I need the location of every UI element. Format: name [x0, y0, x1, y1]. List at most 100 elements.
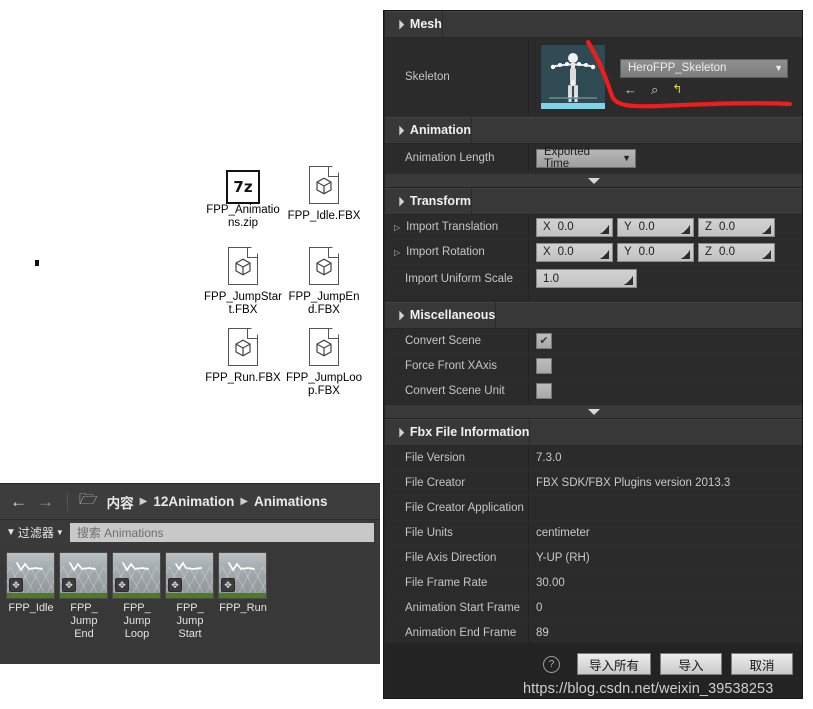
breadcrumb-item-animations[interactable]: Animations [254, 494, 328, 509]
fbx-file-icon [307, 246, 341, 289]
filter-bar: ▼ 过滤器 ▼ 搜索 Animations [0, 520, 380, 544]
category-header-fbx-file-information[interactable]: ◥ Fbx File Information [385, 419, 802, 446]
animation-badge-icon: ✥ [168, 578, 182, 592]
row-skeleton: Skeleton HeroFPP_Skeleton ▼ ← ⌕ ↰ [385, 38, 802, 117]
row-value: centimeter [536, 527, 590, 539]
arrow-left-icon[interactable]: ← [624, 83, 637, 96]
rotation-z-input[interactable]: Z 0.0 [698, 242, 775, 262]
browse-magnifier-icon[interactable]: ⌕ [651, 83, 658, 96]
rotation-x-input[interactable]: X 0.0 [536, 242, 613, 262]
asset-item[interactable]: ✥ FPP_ Jump End [59, 552, 109, 641]
asset-label: FPP_ Jump Loop [123, 602, 151, 640]
fbx-file-icon [307, 327, 341, 370]
file-label: FPP_JumpEnd.FBX [288, 291, 360, 316]
axis-label: X [543, 221, 551, 233]
folder-icon[interactable]: 🗁 [79, 489, 98, 514]
asset-thumbnail: ✥ [59, 552, 108, 599]
reset-arrow-icon[interactable]: ↰ [672, 83, 682, 95]
import-all-button[interactable]: 导入所有 [576, 653, 651, 675]
skeleton-dropdown[interactable]: HeroFPP_Skeleton ▼ [620, 58, 788, 78]
axis-label: Y [624, 221, 632, 233]
desktop-file-fpp-jumpstart[interactable]: FPP_JumpStart.FBX [204, 246, 282, 317]
value: 0.0 [557, 221, 574, 233]
row-label: Convert Scene Unit [385, 379, 529, 403]
help-question-icon[interactable]: ? [542, 655, 560, 673]
divider [67, 492, 68, 511]
asset-item[interactable]: ✥ FPP_Idle [6, 552, 56, 641]
expand-triangle-icon[interactable]: ▷ [394, 223, 400, 232]
skeleton-preview-thumbnail[interactable] [540, 44, 606, 110]
breadcrumb-bar: ← → 🗁 内容 ▶ 12Animation ▶ Animations [0, 484, 380, 520]
asset-item[interactable]: ✥ FPP_ Jump Loop [112, 552, 162, 641]
row-label: Animation Start Frame [385, 596, 529, 620]
breadcrumb-item-content[interactable]: 内容 [107, 492, 134, 512]
row-label: Skeleton [385, 38, 529, 116]
fbx-file-icon [226, 327, 260, 370]
row-label: ▷ Import Translation [385, 215, 529, 239]
chevron-down-icon: ▼ [622, 153, 631, 163]
asset-item[interactable]: ✥ FPP_ Jump Start [165, 552, 215, 641]
desktop-file-fpp-jumploop[interactable]: FPP_JumpLoop.FBX [285, 327, 363, 398]
row-label: File Creator Application [385, 496, 529, 520]
uniform-scale-input[interactable]: 1.0 [536, 269, 637, 288]
axis-label: Z [705, 221, 713, 233]
convert-scene-checkbox[interactable]: ✔ [536, 333, 552, 349]
axis-label: Z [705, 246, 713, 258]
asset-item[interactable]: ✥ FPP_Run [218, 552, 268, 641]
collapse-triangle-icon: ◥ [393, 194, 406, 207]
arrow-right-icon[interactable]: → [35, 492, 56, 512]
row-label: Animation Length [385, 144, 529, 172]
category-title: Fbx File Information [409, 425, 530, 439]
file-label: FPP_JumpStart.FBX [204, 291, 282, 316]
chevron-down-icon: ▼ [774, 63, 783, 73]
cursor-dot-artifact [35, 260, 39, 266]
category-title: Animation [409, 123, 472, 137]
category-header-mesh[interactable]: ◥ Mesh [385, 11, 802, 38]
translation-z-input[interactable]: Z 0.0 [698, 217, 775, 237]
collapse-triangle-icon: ◥ [393, 17, 406, 30]
category-title: Mesh [409, 17, 442, 31]
force-front-xaxis-checkbox[interactable] [536, 358, 552, 374]
category-header-transform[interactable]: ◥ Transform [385, 188, 802, 215]
desktop-background: 7z FPP_Animations.zip FPP_Idle.FBX FPP_J… [0, 0, 383, 483]
animation-length-dropdown[interactable]: Exported Time ▼ [536, 146, 636, 170]
translation-y-input[interactable]: Y 0.0 [617, 217, 694, 237]
animation-badge-icon: ✥ [62, 578, 76, 592]
fbx-import-options-dialog: ◥ Mesh Skeleton HeroFPP_Skeleton ▼ ← ⌕ ↰… [383, 10, 803, 699]
arrow-left-icon[interactable]: ← [8, 492, 29, 512]
desktop-file-fpp-run[interactable]: FPP_Run.FBX [204, 327, 282, 385]
animation-badge-icon: ✥ [115, 578, 129, 592]
fbx-file-icon [226, 246, 260, 289]
row-value: 7.3.0 [536, 452, 562, 464]
expand-triangle-icon[interactable]: ▷ [394, 248, 400, 257]
desktop-file-fpp-idle[interactable]: FPP_Idle.FBX [285, 165, 363, 223]
filters-button[interactable]: ▼ 过滤器 ▼ [6, 524, 64, 541]
cancel-button[interactable]: 取消 [731, 653, 793, 675]
spacer [385, 293, 802, 302]
filters-label: 过滤器 [17, 525, 54, 540]
expand-more-animation[interactable] [385, 173, 802, 188]
expand-more-miscellaneous[interactable] [385, 404, 802, 419]
breadcrumb-item-12animation[interactable]: 12Animation [153, 494, 234, 509]
desktop-file-zip[interactable]: 7z FPP_Animations.zip [204, 166, 282, 230]
translation-x-input[interactable]: X 0.0 [536, 217, 613, 237]
row-label: File Axis Direction [385, 546, 529, 570]
dialog-scroll-body: ◥ Mesh Skeleton HeroFPP_Skeleton ▼ ← ⌕ ↰… [385, 11, 802, 646]
row-convert-scene-unit: Convert Scene Unit [385, 379, 802, 404]
desktop-file-fpp-jumpend[interactable]: FPP_JumpEnd.FBX [285, 246, 363, 317]
convert-scene-unit-checkbox[interactable] [536, 383, 552, 399]
search-input[interactable]: 搜索 Animations [69, 522, 374, 542]
rotation-y-input[interactable]: Y 0.0 [617, 242, 694, 262]
import-button[interactable]: 导入 [660, 653, 722, 675]
chevron-right-icon: ▶ [240, 496, 249, 507]
category-header-miscellaneous[interactable]: ◥ Miscellaneous [385, 302, 802, 329]
row-convert-scene: Convert Scene ✔ [385, 329, 802, 354]
value: 0.0 [557, 246, 574, 258]
category-title: Transform [409, 194, 472, 208]
axis-label: X [543, 246, 551, 258]
table-row: File Creator FBX SDK/FBX Plugins version… [385, 471, 802, 496]
row-value: 30.00 [536, 577, 565, 589]
row-label: Convert Scene [385, 329, 529, 353]
category-header-animation[interactable]: ◥ Animation [385, 117, 802, 144]
row-label: ▷ Import Rotation [385, 240, 529, 264]
